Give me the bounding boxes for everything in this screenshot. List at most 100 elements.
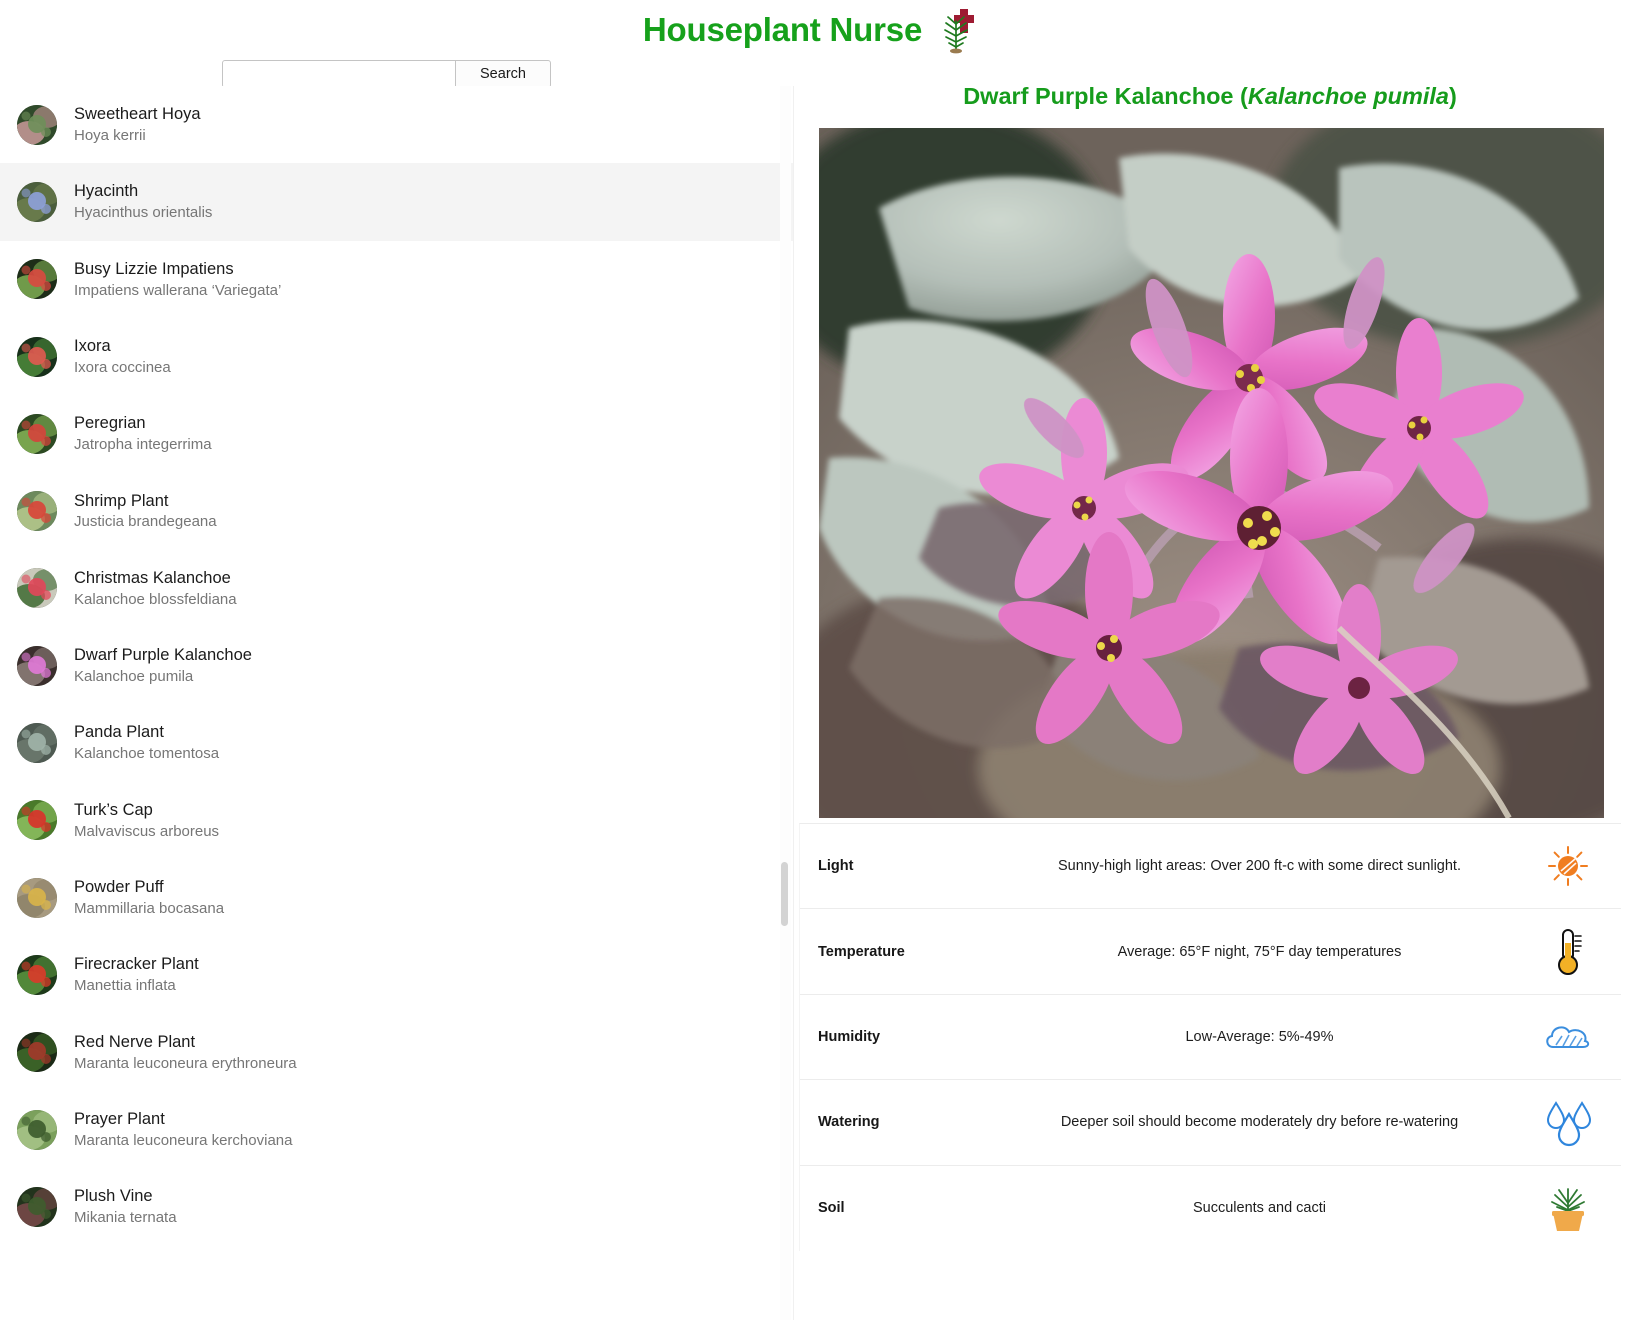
plant-scientific-name: Hoya kerrii xyxy=(74,127,146,144)
plant-thumbnail xyxy=(17,413,57,454)
plant-names: Prayer Plant Maranta leuconeura kerchovia… xyxy=(74,1110,292,1149)
plant-names: Shrimp Plant Justicia brandegeana xyxy=(74,492,217,531)
care-fact-label: Humidity xyxy=(818,1028,881,1045)
plant-detail-panel: Dwarf Purple Kalanchoe (Kalanchoe pumila… xyxy=(795,58,1625,1320)
plant-thumbnail xyxy=(17,568,57,609)
plant-scientific-name: Maranta leuconeura erythroneura xyxy=(74,1054,297,1072)
plant-thumbnail xyxy=(17,336,57,377)
plant-thumbnail xyxy=(17,877,57,918)
plant-scientific-name: Impatiens wallerana ‘Variegata’ xyxy=(74,281,282,299)
plant-common-name: Shrimp Plant xyxy=(74,491,169,510)
care-fact-row: Watering Deeper soil should become modera… xyxy=(800,1080,1621,1166)
plant-list-item[interactable]: Powder Puff Mammillaria bocasana xyxy=(0,858,793,937)
cloud-icon xyxy=(1537,1006,1599,1068)
plant-common-name: Firecracker Plant xyxy=(74,955,199,974)
care-fact-label: Soil xyxy=(818,1200,845,1217)
plant-list-item[interactable]: Dwarf Purple Kalanchoe Kalanchoe pumila xyxy=(0,627,793,705)
plant-list-item[interactable]: Christmas Kalanchoe Kalanchoe blossfeldia… xyxy=(0,549,793,628)
plant-common-name: Powder Puff xyxy=(74,878,164,896)
plant-thumbnail xyxy=(17,104,57,145)
plant-scientific-name: Jatropha integerrima xyxy=(74,436,212,454)
plant-list-item[interactable]: Red Nerve Plant Maranta leuconeura erythr… xyxy=(0,1013,793,1091)
plant-common-name: Peregrian xyxy=(74,414,146,433)
plant-common-name: Sweetheart Hoya xyxy=(74,105,201,124)
plant-scientific-name: Maranta leuconeura kerchoviana xyxy=(74,1131,293,1149)
plant-common-name: Busy Lizzie Impatiens xyxy=(74,259,234,278)
potted-plant-icon xyxy=(1537,1177,1599,1239)
plant-names: Turk’s Cap Malvaviscus arboreus xyxy=(74,801,219,840)
care-fact-label: Light xyxy=(818,858,854,875)
plant-list-item[interactable]: Prayer Plant Maranta leuconeura kerchovia… xyxy=(0,1090,793,1169)
search-bar: Search xyxy=(222,60,551,88)
plant-names: Dwarf Purple Kalanchoe Kalanchoe pumila xyxy=(74,646,252,685)
plant-scientific-name: Kalanchoe tomentosa xyxy=(74,745,220,763)
plant-list-item[interactable]: Peregrian Jatropha integerrima xyxy=(0,395,793,473)
plant-scientific-name: Kalanchoe pumila xyxy=(74,668,194,686)
plant-scientific-name: Mammillaria bocasana xyxy=(74,899,225,917)
plant-common-name: Panda Plant xyxy=(74,723,164,742)
app-root: Houseplant Nurse Search Sweetheart Hoya … xyxy=(0,0,1625,1320)
care-fact-label: Temperature xyxy=(818,943,905,960)
plant-list-item[interactable]: Ixora Ixora coccinea xyxy=(0,317,793,396)
plant-names: Ixora Ixora coccinea xyxy=(74,337,171,376)
list-scrollbar-track[interactable] xyxy=(780,86,791,1320)
plant-scientific-name: Mikania ternata xyxy=(74,1209,177,1227)
plant-list-item[interactable]: Plush Vine Mikania ternata xyxy=(0,1168,793,1246)
care-fact-value: Sunny-high light areas: Over 200 ft-c wi… xyxy=(1058,858,1461,875)
plant-names: Plush Vine Mikania ternata xyxy=(74,1187,177,1226)
plant-common-name: Red Nerve Plant xyxy=(74,1032,196,1051)
detail-title: Dwarf Purple Kalanchoe (Kalanchoe pumila… xyxy=(795,58,1625,110)
plant-list-item[interactable]: Shrimp Plant Justicia brandegeana xyxy=(0,472,793,550)
plant-list-item[interactable]: Firecracker Plant Manettia inflata xyxy=(0,936,793,1014)
plant-common-name: Turk’s Cap xyxy=(74,800,153,819)
detail-title-scientific: Kalanchoe pumila xyxy=(1247,83,1449,109)
plant-scientific-name: Manettia inflata xyxy=(74,977,176,995)
plant-scientific-name: Hyacinthus orientalis xyxy=(74,204,213,222)
sun-icon xyxy=(1537,835,1599,897)
plant-thumbnail xyxy=(17,259,57,300)
care-fact-value: Low-Average: 5%-49% xyxy=(1185,1028,1334,1045)
plant-names: Sweetheart Hoya Hoya kerrii xyxy=(74,105,201,144)
water-drops-icon xyxy=(1537,1091,1599,1153)
plant-list-item[interactable]: Hyacinth Hyacinthus orientalis xyxy=(0,163,793,241)
plant-common-name: Dwarf Purple Kalanchoe xyxy=(74,646,252,665)
search-input[interactable] xyxy=(222,60,456,88)
care-fact-label: Watering xyxy=(818,1114,880,1131)
plant-thumbnail xyxy=(17,1186,57,1227)
care-fact-row: Temperature Average: 65°F night, 75°F day… xyxy=(800,909,1621,995)
plant-care-facts: Light Sunny-high light areas: Over 200 ft… xyxy=(799,823,1621,1251)
plant-common-name: Prayer Plant xyxy=(74,1109,165,1128)
plant-hero-image xyxy=(819,128,1604,818)
care-fact-row: Soil Succulents and cacti xyxy=(800,1166,1621,1251)
plant-list-panel[interactable]: Sweetheart Hoya Hoya kerrii Hyacinth Hyacin… xyxy=(0,86,794,1320)
care-fact-value: Average: 65°F night, 75°F day temperatur… xyxy=(1117,943,1402,960)
plant-names: Hyacinth Hyacinthus orientalis xyxy=(74,182,212,221)
plant-names: Peregrian Jatropha integerrima xyxy=(74,414,212,453)
plant-thumbnail xyxy=(17,491,57,532)
plant-thumbnail xyxy=(17,800,57,841)
plant-thumbnail xyxy=(17,723,57,764)
plant-common-name: Plush Vine xyxy=(74,1187,153,1206)
care-fact-row: Humidity Low-Average: 5%-49% xyxy=(800,995,1621,1081)
thermometer-icon xyxy=(1537,921,1599,983)
plant-scientific-name: Malvaviscus arboreus xyxy=(74,822,220,840)
plant-scientific-name: Justicia brandegeana xyxy=(74,513,217,531)
search-button[interactable]: Search xyxy=(455,60,551,88)
plant-thumbnail xyxy=(17,181,57,222)
care-fact-value: Succulents and cacti xyxy=(1193,1200,1326,1217)
plant-scientific-name: Kalanchoe blossfeldiana xyxy=(74,590,237,608)
plant-thumbnail xyxy=(17,1109,57,1150)
plant-list-item[interactable]: Turk’s Cap Malvaviscus arboreus xyxy=(0,781,793,859)
plant-list-item[interactable]: Panda Plant Kalanchoe tomentosa xyxy=(0,704,793,782)
plant-thumbnail xyxy=(17,1032,57,1073)
detail-title-common: Dwarf Purple Kalanchoe ( xyxy=(963,83,1248,109)
plant-names: Busy Lizzie Impatiens Impatiens wallerana… xyxy=(74,260,281,299)
plant-list-item[interactable]: Busy Lizzie Impatiens Impatiens wallerana… xyxy=(0,240,793,318)
app-header: Houseplant Nurse xyxy=(0,0,1625,58)
plant-list-item[interactable]: Sweetheart Hoya Hoya kerrii xyxy=(0,86,793,164)
list-scrollbar-thumb[interactable] xyxy=(781,862,788,926)
plant-common-name: Ixora xyxy=(74,336,111,355)
brand: Houseplant Nurse xyxy=(643,4,982,54)
care-fact-value: Deeper soil should become moderately dry… xyxy=(1060,1114,1459,1131)
plant-scientific-name: Ixora coccinea xyxy=(74,358,171,376)
